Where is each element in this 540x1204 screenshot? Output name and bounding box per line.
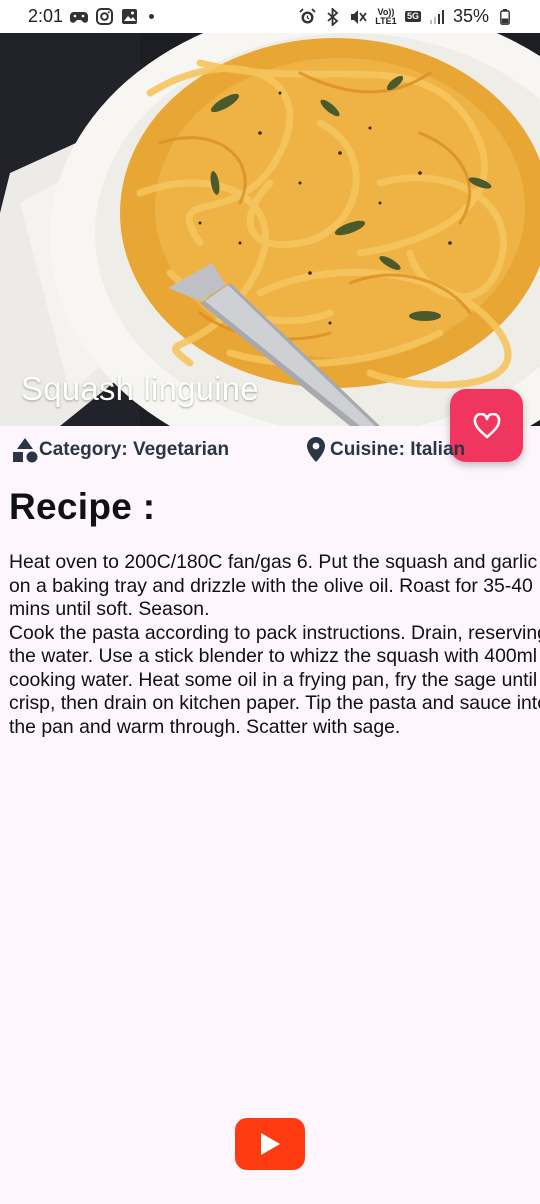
recipe-instructions: Heat oven to 200C/180C fan/gas 6. Put th… <box>9 551 540 738</box>
category-info: Category: Vegetarian <box>11 436 229 464</box>
network-type-badge: 5G <box>404 11 421 22</box>
recipe-title: Squash linguine <box>21 370 259 407</box>
game-controller-icon <box>70 8 89 26</box>
vibrate-mute-icon <box>349 8 367 26</box>
category-shapes-icon <box>11 436 39 464</box>
notification-dot-icon <box>149 14 155 19</box>
status-bar-right: Vo)) LTE1 5G 35% <box>299 6 514 27</box>
signal-strength-icon <box>428 8 446 26</box>
volte-indicator: Vo)) LTE1 <box>375 6 397 26</box>
battery-icon <box>496 8 514 26</box>
recipe-hero-image: Squash linguine <box>0 33 540 426</box>
status-bar: 2:01 Vo)) LTE1 5G 35% <box>0 0 540 33</box>
youtube-button[interactable] <box>235 1118 305 1170</box>
status-time: 2:01 <box>28 6 64 26</box>
category-label: Category: Vegetarian <box>39 439 230 460</box>
cuisine-label: Cuisine: Italian <box>330 439 466 460</box>
alarm-icon <box>299 8 317 26</box>
bluetooth-icon <box>324 7 342 26</box>
recipe-meta-row: Category: Vegetarian Cuisine: Italian <box>0 430 540 468</box>
instagram-icon <box>95 8 113 26</box>
gallery-icon <box>120 8 138 26</box>
status-bar-left: 2:01 <box>28 6 155 27</box>
pasta-photo <box>0 33 540 426</box>
youtube-play-icon <box>261 1133 280 1155</box>
recipe-heading: Recipe : <box>9 486 156 527</box>
cuisine-info: Cuisine: Italian <box>302 436 465 464</box>
location-pin-icon <box>302 436 330 464</box>
battery-percent: 35% <box>452 6 489 26</box>
